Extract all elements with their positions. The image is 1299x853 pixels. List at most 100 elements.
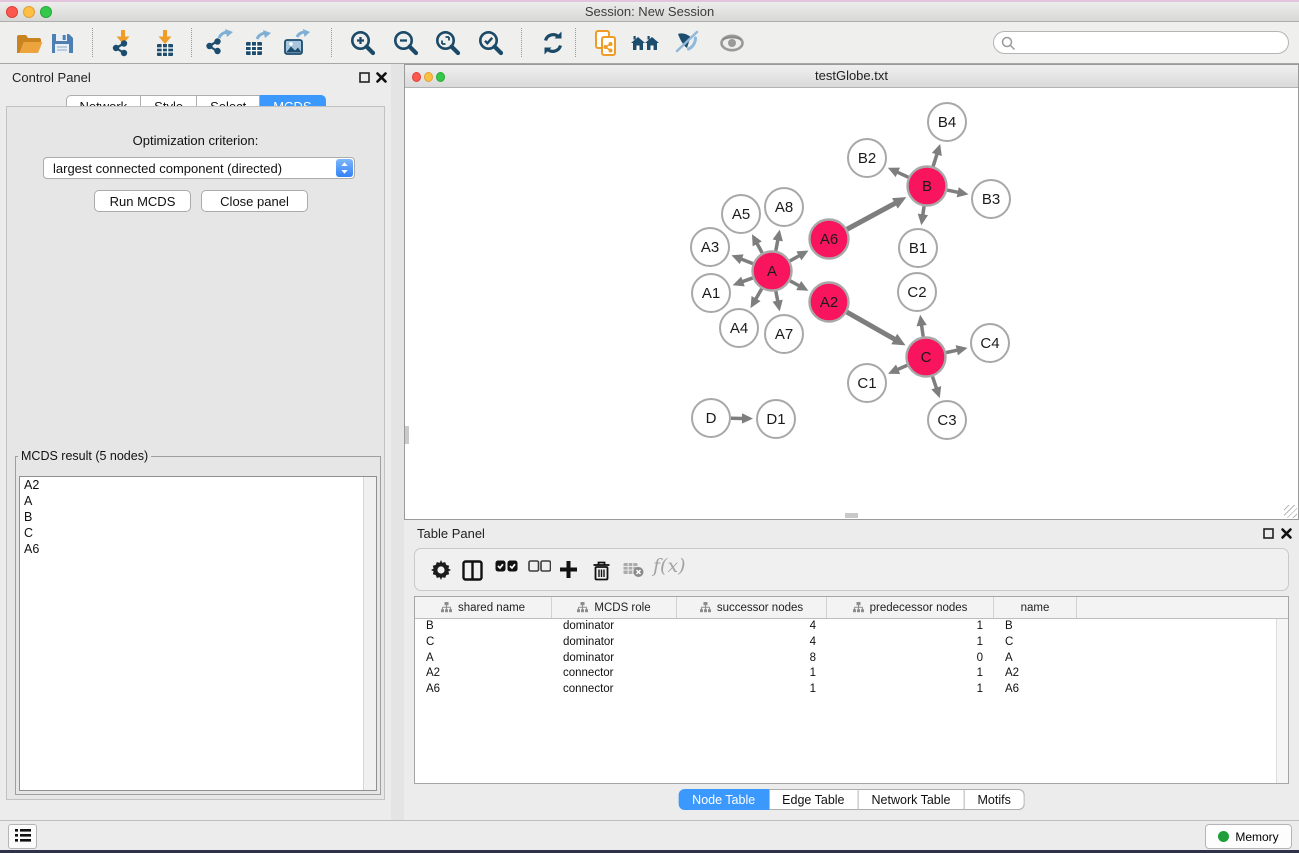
memory-status-icon: [1218, 831, 1229, 842]
zoom-fit-button[interactable]: [433, 28, 463, 58]
search-input[interactable]: [1020, 33, 1280, 52]
node-label-A5: A5: [732, 206, 750, 223]
node-label-A: A: [767, 263, 777, 280]
edge-A-A6[interactable]: [790, 255, 800, 261]
edge-A-A3[interactable]: [741, 259, 753, 264]
zoom-in-button[interactable]: [348, 28, 378, 58]
open-session-button[interactable]: [14, 28, 44, 58]
table-row[interactable]: Cdominator41C: [415, 635, 1288, 651]
select-all-button[interactable]: [495, 560, 518, 575]
table-row[interactable]: A2connector11A2: [415, 666, 1288, 682]
column-header-predecessor-nodes[interactable]: predecessor nodes: [827, 597, 994, 618]
maximize-window-button[interactable]: [40, 6, 52, 18]
close-panel-icon[interactable]: [375, 71, 388, 84]
column-header-shared-name[interactable]: shared name: [415, 597, 552, 618]
edge-C-C1[interactable]: [897, 365, 907, 369]
window-resize-grip[interactable]: [1284, 505, 1297, 518]
mcds-result-item[interactable]: A2: [20, 477, 376, 493]
show-columns-button[interactable]: [462, 560, 483, 584]
table-float-panel-icon[interactable]: [1262, 527, 1275, 540]
export-image-button[interactable]: [281, 28, 311, 58]
toolbar-separator: [191, 28, 192, 57]
network-minimize-button[interactable]: [424, 72, 433, 82]
tab-node-table[interactable]: Node Table: [678, 789, 769, 810]
export-table-button[interactable]: [242, 28, 272, 58]
table-toolbar: f(x): [414, 548, 1289, 591]
edge-A-A1[interactable]: [742, 278, 753, 282]
copy-session-button[interactable]: [591, 28, 621, 58]
result-list-scrollbar[interactable]: [363, 477, 376, 790]
tab-edge-table[interactable]: Edge Table: [769, 789, 858, 810]
edge-A2-C[interactable]: [847, 312, 895, 339]
mcds-result-list[interactable]: A2ABCA6: [19, 476, 377, 791]
table-scrollbar[interactable]: [1276, 619, 1288, 783]
add-row-button[interactable]: [559, 560, 578, 582]
network-canvas[interactable]: B4B2BB3A8A5A6A3B1AA1C2A2A4A7C4CC1DD1C3: [405, 89, 1298, 519]
edge-A-A7[interactable]: [776, 291, 778, 301]
tab-motifs[interactable]: Motifs: [964, 789, 1024, 810]
float-panel-icon[interactable]: [358, 71, 371, 84]
mcds-result-item[interactable]: A6: [20, 541, 376, 557]
double-home-icon: [630, 29, 660, 57]
toolbar-separator: [521, 28, 522, 57]
edge-A-A2[interactable]: [790, 281, 800, 286]
deselect-all-button[interactable]: [528, 560, 551, 575]
arrowhead-icon: [773, 300, 783, 312]
zoom-selected-button[interactable]: [476, 28, 506, 58]
close-window-button[interactable]: [6, 6, 18, 18]
table-settings-button[interactable]: [431, 560, 451, 583]
task-history-button[interactable]: [8, 824, 37, 849]
mcds-result-item[interactable]: B: [20, 509, 376, 525]
network-maximize-button[interactable]: [436, 72, 445, 82]
minimize-window-button[interactable]: [23, 6, 35, 18]
import-table-button[interactable]: [150, 28, 180, 58]
edge-C-C4[interactable]: [946, 350, 958, 353]
column-header-successor-nodes[interactable]: successor nodes: [677, 597, 827, 618]
mcds-result-item[interactable]: A: [20, 493, 376, 509]
edge-B-B3[interactable]: [947, 190, 959, 192]
delete-row-button[interactable]: [592, 560, 611, 584]
home-view-button[interactable]: [630, 28, 660, 58]
edge-A-A4[interactable]: [756, 289, 762, 300]
cell-mcds-role: dominator: [552, 651, 677, 667]
export-network-button[interactable]: [204, 28, 234, 58]
cell-mcds-role: dominator: [552, 619, 677, 635]
show-graphics-details-button[interactable]: [717, 28, 747, 58]
table-close-panel-icon[interactable]: [1280, 527, 1293, 540]
memory-button[interactable]: Memory: [1205, 824, 1292, 849]
edge-A6-B[interactable]: [847, 203, 896, 229]
import-network-button[interactable]: [108, 28, 138, 58]
titlebar[interactable]: Session: New Session: [0, 2, 1299, 22]
network-window-titlebar[interactable]: testGlobe.txt: [405, 65, 1298, 88]
run-mcds-button[interactable]: Run MCDS: [94, 190, 191, 212]
edge-C-C3[interactable]: [932, 376, 936, 388]
edge-B-B4[interactable]: [933, 153, 937, 166]
edge-B-B1[interactable]: [923, 206, 924, 215]
edge-B-B2[interactable]: [897, 172, 909, 177]
search-icon: [1001, 36, 1016, 51]
column-header-mcds-role[interactable]: MCDS role: [552, 597, 677, 618]
save-session-button[interactable]: [47, 28, 77, 58]
table-row[interactable]: Bdominator41B: [415, 619, 1288, 635]
edge-C-C2[interactable]: [922, 325, 924, 337]
edge-A-A5[interactable]: [757, 243, 762, 253]
horizontal-scrollbar-hint[interactable]: [845, 513, 858, 518]
criterion-dropdown[interactable]: largest connected component (directed): [43, 157, 355, 179]
delete-table-icon: [623, 560, 645, 578]
network-close-button[interactable]: [412, 72, 421, 82]
delete-table-button[interactable]: [623, 560, 645, 581]
node-label-B1: B1: [909, 240, 927, 257]
tab-network-table[interactable]: Network Table: [859, 789, 965, 810]
mcds-result-item[interactable]: C: [20, 525, 376, 541]
vertical-scrollbar-hint[interactable]: [405, 426, 409, 444]
column-header-name[interactable]: name: [994, 597, 1077, 618]
refresh-button[interactable]: [538, 28, 568, 58]
function-builder-button[interactable]: f(x): [653, 555, 686, 577]
table-row[interactable]: A6connector11A6: [415, 682, 1288, 698]
mcds-result-title: MCDS result (5 nodes): [18, 449, 151, 463]
edge-A-A8[interactable]: [776, 239, 778, 250]
zoom-out-button[interactable]: [391, 28, 421, 58]
table-row[interactable]: Adominator80A: [415, 651, 1288, 667]
close-panel-button[interactable]: Close panel: [201, 190, 308, 212]
hide-graphics-details-button[interactable]: [673, 28, 703, 58]
